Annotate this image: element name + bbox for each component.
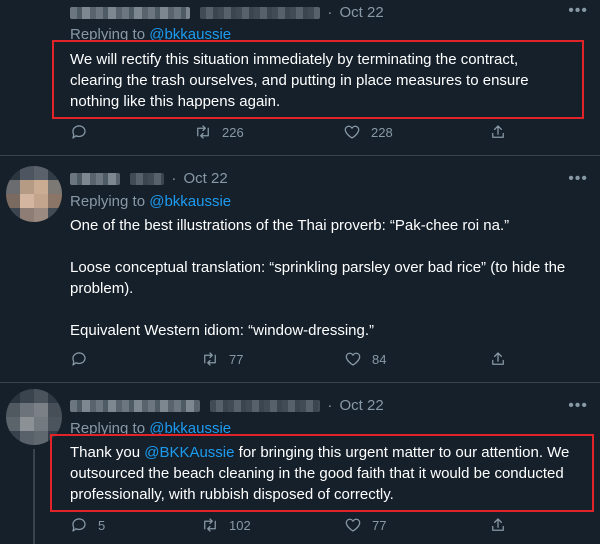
reply-icon [72, 518, 86, 532]
like-button[interactable]: 77 [344, 516, 386, 534]
author-name-redacted[interactable] [70, 173, 120, 186]
tweet-date[interactable]: Oct 22 [184, 170, 228, 187]
retweet-count: 102 [229, 517, 251, 533]
tweet-3[interactable]: · Oct 22 ••• Replying to @bkkaussie Than… [0, 383, 600, 544]
thread-line [33, 449, 35, 544]
retweet-icon [204, 352, 216, 366]
tweet-text: One of the best illustrations of the Tha… [70, 217, 566, 339]
like-count: 77 [372, 517, 387, 533]
avatar[interactable] [6, 166, 62, 222]
share-button[interactable] [489, 123, 517, 141]
highlight-box [50, 434, 594, 512]
tweet-date[interactable]: Oct 22 [340, 397, 384, 414]
like-icon [345, 518, 361, 532]
author-name-redacted[interactable] [70, 7, 190, 20]
reply-icon [72, 125, 86, 139]
reply-button[interactable] [70, 123, 98, 141]
tweet-2[interactable]: · Oct 22 ••• Replying to @bkkaussie One … [0, 156, 600, 383]
reply-button[interactable]: 5 [70, 516, 105, 534]
like-button[interactable]: 228 [343, 123, 393, 141]
retweet-icon [197, 125, 209, 139]
replying-to: Replying to @bkkaussie [70, 193, 232, 210]
share-button[interactable] [489, 516, 517, 534]
share-icon [492, 125, 504, 138]
tweet-actions: 226 228 [70, 123, 530, 143]
share-icon [492, 352, 504, 365]
retweet-button[interactable]: 226 [194, 123, 244, 141]
tweet-actions: 77 84 [70, 350, 530, 370]
retweet-button[interactable]: 102 [201, 516, 251, 534]
retweet-count: 226 [222, 124, 244, 140]
retweet-count: 77 [229, 351, 244, 367]
more-icon[interactable]: ••• [568, 170, 588, 188]
reply-icon [72, 352, 86, 366]
like-count: 84 [372, 351, 387, 367]
reply-count: 5 [98, 517, 106, 533]
retweet-button[interactable]: 77 [201, 350, 243, 368]
like-icon [345, 352, 361, 366]
retweet-icon [204, 518, 216, 532]
more-icon[interactable]: ••• [568, 397, 588, 415]
more-icon[interactable]: ••• [568, 2, 588, 20]
share-icon [492, 518, 504, 531]
tweet-1[interactable]: · Oct 22 ••• Replying to @bkkaussie We w… [0, 0, 600, 155]
tweet-header: · Oct 22 [70, 397, 384, 414]
author-handle-redacted [200, 7, 321, 20]
author-handle-redacted [130, 173, 165, 186]
tweet-date[interactable]: Oct 22 [340, 4, 384, 21]
author-name-redacted[interactable] [70, 400, 200, 413]
like-count: 228 [371, 124, 393, 140]
tweet-actions: 5 102 77 [70, 516, 530, 536]
tweet-header: · Oct 22 [70, 4, 384, 21]
highlight-box [52, 40, 584, 119]
replying-to-handle[interactable]: @bkkaussie [149, 193, 231, 210]
reply-button[interactable] [70, 350, 98, 368]
like-button[interactable]: 84 [344, 350, 386, 368]
like-icon [344, 125, 360, 139]
author-handle-redacted [210, 400, 321, 413]
tweet-header: · Oct 22 [70, 170, 228, 187]
share-button[interactable] [489, 350, 517, 368]
